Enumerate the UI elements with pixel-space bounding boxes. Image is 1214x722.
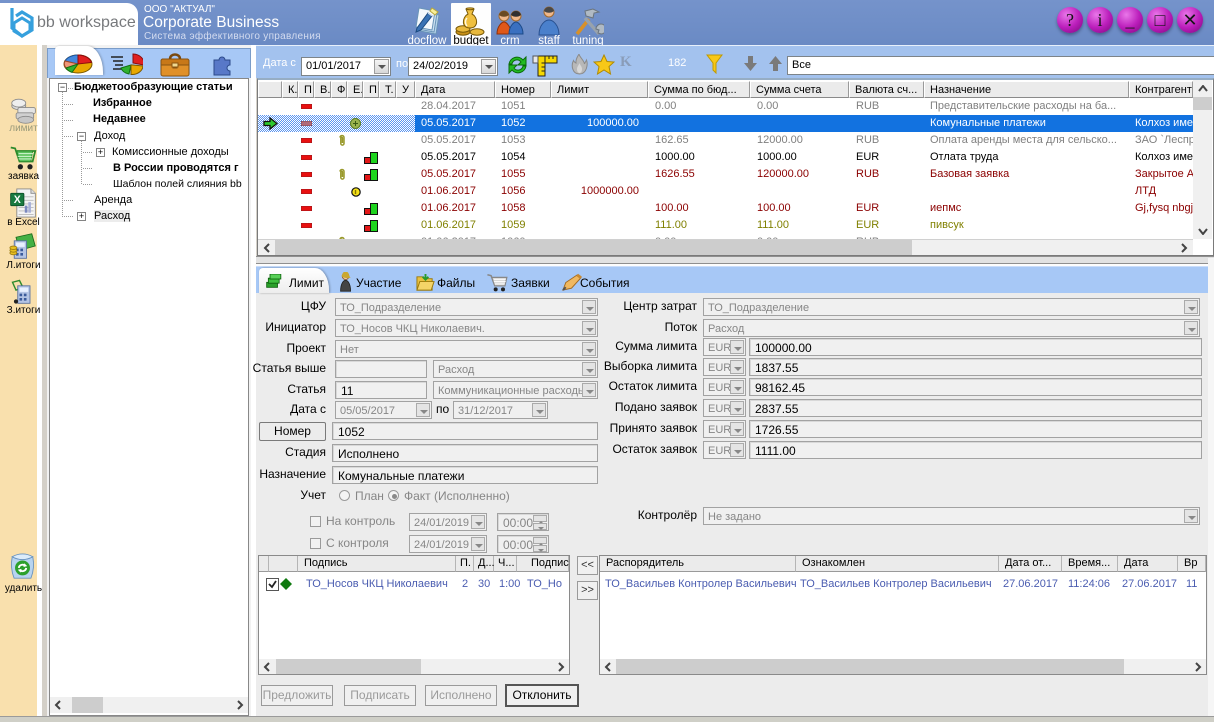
svg-text:X: X [14, 194, 21, 206]
